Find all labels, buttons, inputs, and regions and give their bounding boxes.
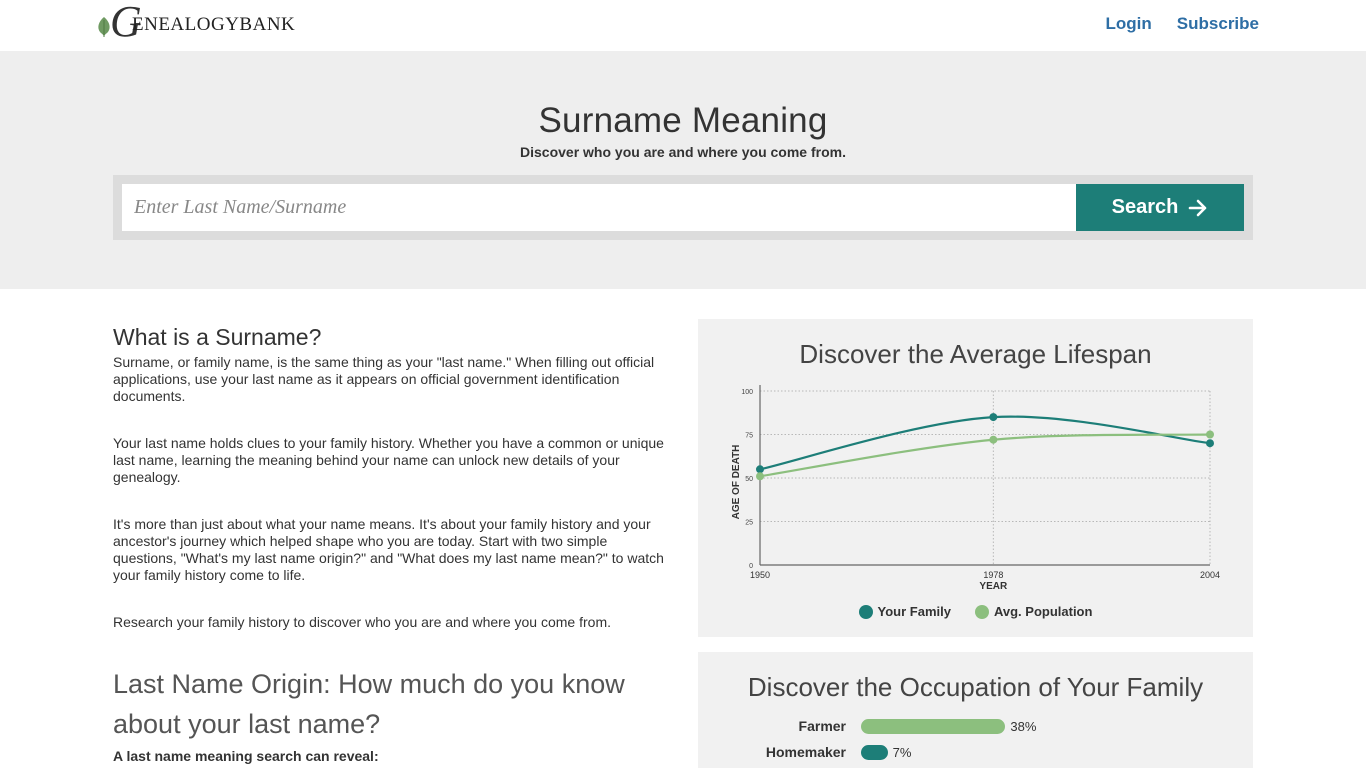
y-tick-label: 50 bbox=[745, 476, 753, 483]
arrow-right-icon bbox=[1189, 199, 1207, 216]
search-bar: Search bbox=[113, 175, 1253, 240]
data-point-series-1 bbox=[756, 472, 764, 481]
site-header: G ENEALOGYBANK Login Subscribe bbox=[0, 0, 1366, 51]
y-axis-label: AGE OF DEATH bbox=[731, 445, 742, 520]
login-link[interactable]: Login bbox=[1106, 14, 1152, 34]
data-point-series-0 bbox=[756, 465, 764, 474]
legend-avg-population-label: Avg. Population bbox=[993, 604, 1093, 619]
page-subtitle: Discover who you are and where you come … bbox=[520, 144, 846, 160]
what-is-surname-heading: What is a Surname? bbox=[113, 324, 322, 350]
x-tick-label: 1978 bbox=[983, 570, 1003, 580]
page-title: Surname Meaning bbox=[538, 101, 828, 140]
last-name-origin-heading: Last Name Origin: How much do you know a… bbox=[113, 669, 625, 739]
search-button-label: Search bbox=[1111, 196, 1179, 218]
occupation-title: Discover the Occupation of Your Family bbox=[747, 672, 1204, 702]
x-axis-label: YEAR bbox=[979, 581, 1008, 592]
occupation-panel: Discover the Occupation of Your Family F… bbox=[698, 652, 1253, 768]
paragraph-4: Research your family history to discover… bbox=[113, 614, 611, 630]
y-tick-label: 0 bbox=[749, 563, 753, 570]
chart-legend: Your Family Avg. Population bbox=[698, 604, 1253, 619]
occupation-label: Farmer bbox=[798, 718, 846, 734]
surname-info: What is a Surname? Surname, or family na… bbox=[113, 322, 673, 631]
occupation-value: 7% bbox=[892, 744, 912, 760]
series-line-0 bbox=[759, 415, 1211, 471]
legend-your-family-label: Your Family bbox=[877, 604, 951, 619]
occupation-bar bbox=[861, 718, 1006, 734]
paragraph-1: Surname, or family name, is the same thi… bbox=[113, 354, 655, 404]
data-point-series-0 bbox=[1206, 439, 1214, 448]
y-tick-label: 100 bbox=[741, 389, 753, 396]
series-line-1 bbox=[759, 433, 1211, 478]
y-tick-label: 75 bbox=[745, 433, 753, 440]
search-button[interactable]: Search bbox=[1076, 184, 1244, 231]
paragraph-2: Your last name holds clues to your famil… bbox=[113, 435, 664, 485]
y-tick-label: 25 bbox=[745, 520, 753, 527]
data-point-series-0 bbox=[989, 413, 998, 422]
top-nav: Login Subscribe bbox=[1106, 14, 1259, 34]
legend-your-family-swatch bbox=[858, 604, 873, 619]
reveal-heading: A last name meaning search can reveal: bbox=[113, 748, 379, 764]
x-tick-label: 1950 bbox=[750, 570, 770, 580]
lifespan-chart: 0 25 50 75 100 1950 1978 2004 YEAR AGE OF DEATH bbox=[731, 385, 1220, 592]
occupation-value: 38% bbox=[1010, 718, 1037, 734]
legend-avg-population: Avg. Population bbox=[974, 604, 1093, 619]
data-point-series-1 bbox=[1206, 430, 1214, 439]
x-tick-label: 2004 bbox=[1200, 570, 1220, 580]
subscribe-link[interactable]: Subscribe bbox=[1177, 14, 1259, 34]
hero-section: Surname Meaning Discover who you are and… bbox=[0, 51, 1366, 289]
occupation-bar bbox=[861, 744, 888, 760]
legend-your-family: Your Family bbox=[858, 604, 951, 619]
logo-text: ENEALOGYBANK bbox=[132, 14, 296, 35]
lifespan-panel: Discover the Average Lifespan 0 25 50 75 100… bbox=[698, 319, 1253, 637]
paragraph-3: It's more than just about what your name… bbox=[113, 516, 664, 583]
occupation-label: Homemaker bbox=[765, 744, 846, 760]
surname-search-input[interactable] bbox=[122, 184, 1077, 231]
legend-avg-population-swatch bbox=[974, 604, 989, 619]
data-point-series-1 bbox=[989, 435, 998, 444]
